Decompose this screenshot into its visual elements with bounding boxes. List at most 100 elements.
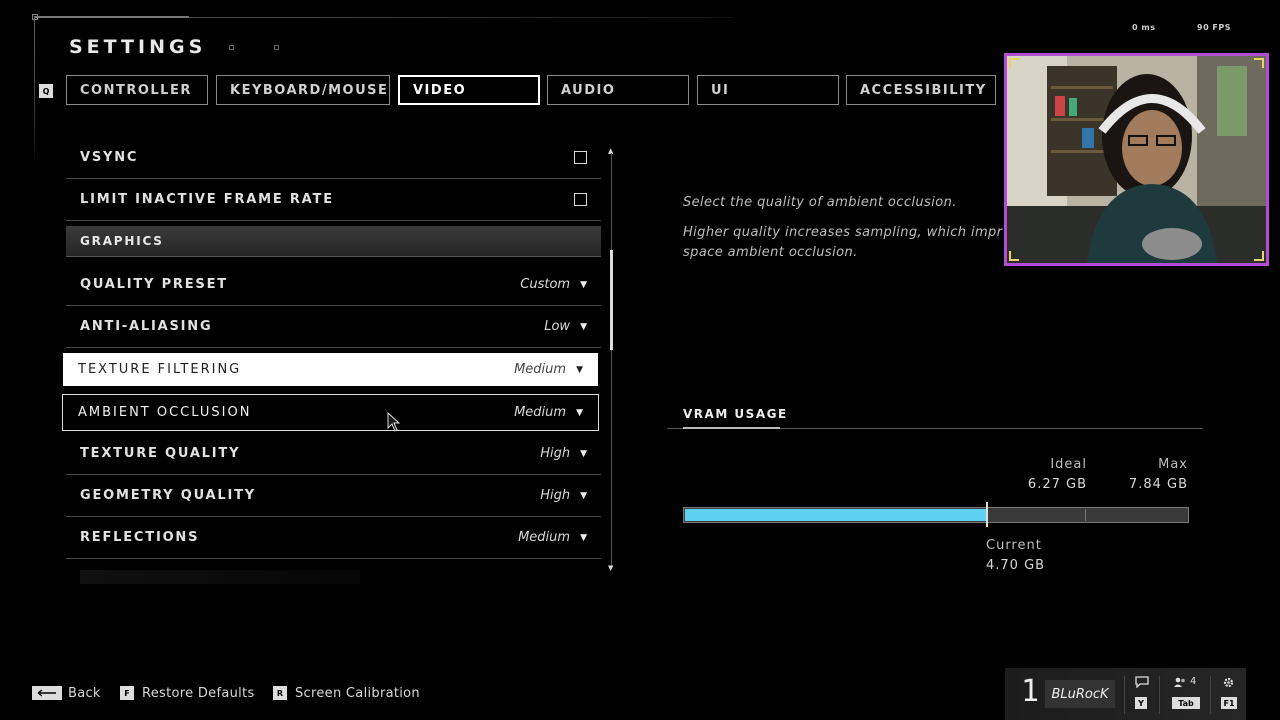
top-divider-highlight <box>34 16 189 18</box>
screen-calibration-key[interactable]: R <box>273 686 287 700</box>
setting-value: Low <box>544 319 571 334</box>
setting-row-vsync[interactable]: VSYNC <box>66 137 601 179</box>
vram-usage-fill <box>685 509 986 521</box>
player-panel-divider <box>1210 676 1211 714</box>
setting-value: Medium <box>514 362 567 377</box>
tab-accessibility[interactable]: ACCESSIBILITY <box>846 75 996 105</box>
setting-row-limit-inactive-frame-rate[interactable]: LIMIT INACTIVE FRAME RATE <box>66 179 601 221</box>
scrollbar-track[interactable] <box>611 153 612 568</box>
setting-dropdown[interactable]: Low ▼ <box>544 319 587 334</box>
setting-value: Medium <box>518 530 571 545</box>
vram-title: VRAM USAGE <box>683 407 788 421</box>
scroll-down-arrow-icon[interactable]: ▼ <box>608 564 613 572</box>
setting-label: TEXTURE QUALITY <box>80 446 241 461</box>
streamer-webcam-image <box>1007 56 1266 263</box>
setting-dropdown[interactable]: Custom ▼ <box>520 277 587 292</box>
limit-inactive-checkbox[interactable] <box>574 193 587 206</box>
setting-row-reflections[interactable]: REFLECTIONS Medium ▼ <box>66 517 601 559</box>
arrow-left-icon <box>37 689 56 697</box>
vram-max-value: 7.84 GB <box>1128 477 1188 492</box>
webcam-frame-corner <box>1009 251 1019 261</box>
setting-description-line: Select the quality of ambient occlusion. <box>683 195 957 210</box>
chat-key[interactable]: Y <box>1135 697 1147 709</box>
vram-ideal-tick <box>1085 509 1086 521</box>
player-panel-divider <box>1124 676 1125 714</box>
setting-label: VSYNC <box>80 150 139 165</box>
setting-dropdown[interactable]: Medium ▼ <box>518 530 587 545</box>
restore-defaults-button[interactable]: Restore Defaults <box>142 686 255 701</box>
corner-marker <box>32 14 38 20</box>
setting-value: Medium <box>514 405 567 420</box>
title-decoration-dot <box>229 45 234 50</box>
section-header-graphics: GRAPHICS <box>66 226 601 257</box>
screen-calibration-button[interactable]: Screen Calibration <box>295 686 420 701</box>
setting-value: High <box>540 488 571 503</box>
chat-icon[interactable] <box>1135 676 1149 688</box>
scrollbar-thumb[interactable] <box>610 250 613 350</box>
party-icon[interactable] <box>1173 677 1187 688</box>
faded-next-row <box>80 570 360 584</box>
vram-current-marker <box>986 502 988 527</box>
setting-label: QUALITY PRESET <box>80 277 228 292</box>
setting-dropdown[interactable]: High ▼ <box>540 488 587 503</box>
vsync-checkbox[interactable] <box>574 151 587 164</box>
setting-dropdown[interactable]: Medium ▼ <box>514 405 583 420</box>
webcam-frame-corner <box>1009 58 1019 68</box>
setting-row-texture-quality[interactable]: TEXTURE QUALITY High ▼ <box>66 433 601 475</box>
left-divider <box>34 17 35 164</box>
back-key[interactable] <box>32 686 62 700</box>
tab-audio[interactable]: AUDIO <box>547 75 689 105</box>
setting-label: ANTI-ALIASING <box>80 319 213 334</box>
party-key[interactable]: Tab <box>1172 697 1200 709</box>
setting-row-geometry-quality[interactable]: GEOMETRY QUALITY High ▼ <box>66 475 601 517</box>
player-gamertag[interactable]: BLuRocK <box>1045 680 1115 708</box>
party-count: 4 <box>1190 676 1197 687</box>
setting-row-anti-aliasing[interactable]: ANTI-ALIASING Low ▼ <box>66 306 601 348</box>
setting-value: Custom <box>520 277 571 292</box>
setting-row-quality-preset[interactable]: QUALITY PRESET Custom ▼ <box>66 264 601 306</box>
vram-current-value: 4.70 GB <box>986 558 1046 573</box>
setting-label: TEXTURE FILTERING <box>78 362 242 377</box>
tab-keyboard-mouse[interactable]: KEYBOARD/MOUSE <box>216 75 390 105</box>
restore-defaults-key[interactable]: F <box>120 686 134 700</box>
caret-down-icon: ▼ <box>580 279 587 290</box>
vram-title-underline <box>683 427 780 429</box>
setting-description-line: Higher quality increases sampling, which… <box>683 225 1003 240</box>
tab-ui[interactable]: UI <box>697 75 839 105</box>
vram-current-label: Current <box>986 538 1042 553</box>
setting-dropdown[interactable]: High ▼ <box>540 446 587 461</box>
setting-row-ambient-occlusion[interactable]: AMBIENT OCCLUSION Medium ▼ <box>62 394 599 431</box>
setting-label: LIMIT INACTIVE FRAME RATE <box>80 192 334 207</box>
caret-down-icon: ▼ <box>580 490 587 501</box>
tab-label: VIDEO <box>413 82 467 98</box>
vram-ideal-value: 6.27 GB <box>1027 477 1087 492</box>
setting-row-texture-filtering[interactable]: TEXTURE FILTERING Medium ▼ <box>63 353 598 386</box>
webcam-overlay <box>1004 53 1269 266</box>
latency-readout: 0 ms <box>1132 23 1156 32</box>
settings-key[interactable]: F1 <box>1221 697 1237 709</box>
webcam-frame-corner <box>1254 251 1264 261</box>
caret-down-icon: ▼ <box>580 321 587 332</box>
caret-down-icon: ▼ <box>580 532 587 543</box>
setting-label: GEOMETRY QUALITY <box>80 488 256 503</box>
caret-down-icon: ▼ <box>576 364 583 375</box>
caret-down-icon: ▼ <box>580 448 587 459</box>
player-panel-divider <box>1159 676 1160 714</box>
tab-controller[interactable]: CONTROLLER <box>66 75 208 105</box>
setting-description-line: space ambient occlusion. <box>683 245 858 260</box>
section-title: GRAPHICS <box>80 234 164 248</box>
vram-max-label: Max <box>1158 457 1188 472</box>
page-title: SETTINGS <box>69 36 207 58</box>
gear-icon[interactable] <box>1222 676 1235 689</box>
player-rank: 1 <box>1021 674 1040 709</box>
tab-label: CONTROLLER <box>80 82 192 98</box>
setting-dropdown[interactable]: Medium ▼ <box>514 362 583 377</box>
prev-tab-key[interactable]: Q <box>39 84 53 98</box>
back-button[interactable]: Back <box>68 686 101 701</box>
tab-video[interactable]: VIDEO <box>398 75 540 105</box>
fps-readout: 90 FPS <box>1197 23 1232 32</box>
mouse-cursor-icon <box>387 412 401 432</box>
webcam-frame-corner <box>1254 58 1264 68</box>
caret-down-icon: ▼ <box>576 407 583 418</box>
vram-ideal-label: Ideal <box>1050 457 1087 472</box>
